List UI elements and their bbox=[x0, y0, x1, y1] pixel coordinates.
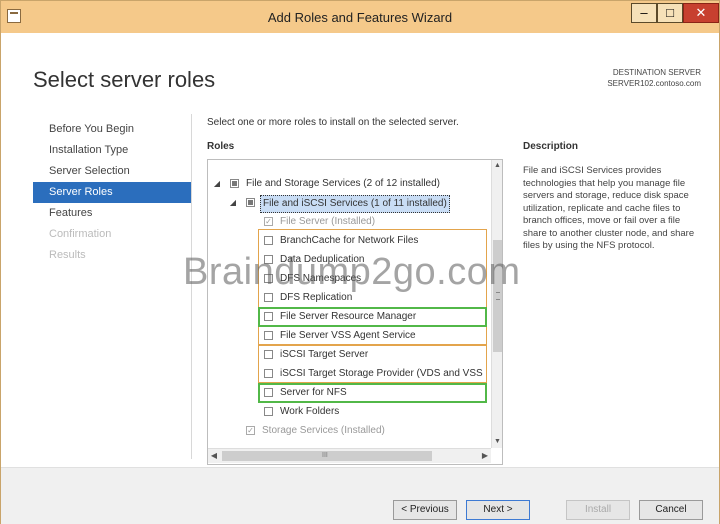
destination-server-info: DESTINATION SERVER SERVER102.contoso.com bbox=[607, 67, 701, 89]
checkbox-file-storage-services[interactable] bbox=[230, 179, 239, 188]
nav-item-installation-type[interactable]: Installation Type bbox=[33, 140, 191, 161]
destination-server: SERVER102.contoso.com bbox=[607, 79, 701, 88]
cancel-button[interactable]: Cancel bbox=[639, 500, 703, 520]
destination-label: DESTINATION SERVER bbox=[612, 68, 701, 77]
scroll-left-icon[interactable]: ◀ bbox=[208, 449, 220, 463]
checkbox-work-folders[interactable] bbox=[264, 407, 273, 416]
minimize-button[interactable]: – bbox=[631, 3, 657, 23]
install-button: Install bbox=[566, 500, 630, 520]
nav-item-confirmation: Confirmation bbox=[49, 228, 112, 240]
hscroll-thumb[interactable]: III bbox=[222, 451, 432, 461]
window-title: Add Roles and Features Wizard bbox=[267, 10, 453, 25]
tree-row-file-iscsi-services[interactable]: ◢ File and iSCSI Services (1 of 11 insta… bbox=[208, 193, 491, 213]
tree-label: Storage Services (Installed) bbox=[262, 425, 385, 436]
expand-arrow-icon[interactable]: ◢ bbox=[228, 193, 238, 213]
maximize-button[interactable]: □ bbox=[657, 3, 683, 23]
next-button[interactable]: Next > bbox=[466, 500, 530, 520]
nav-item-before-you-begin[interactable]: Before You Begin bbox=[33, 119, 191, 140]
green-highlight-fsrm bbox=[258, 307, 487, 327]
orange-highlight-box bbox=[258, 345, 487, 383]
checkbox-file-server: ✓ bbox=[264, 217, 273, 226]
roles-heading: Roles bbox=[207, 141, 235, 152]
checkbox-storage-services: ✓ bbox=[246, 426, 255, 435]
tree-row-file-storage-services[interactable]: ◢ File and Storage Services (2 of 12 ins… bbox=[208, 174, 491, 194]
wizard-nav: Before You Begin Installation Type Serve… bbox=[33, 119, 191, 266]
wizard-header: Select server roles DESTINATION SERVER S… bbox=[1, 33, 719, 109]
expand-arrow-icon[interactable]: ◢ bbox=[212, 174, 222, 194]
tree-row-storage-services: ✓ Storage Services (Installed) bbox=[208, 421, 491, 441]
nav-item-features[interactable]: Features bbox=[33, 203, 191, 224]
nav-item-results: Results bbox=[49, 249, 86, 261]
title-bar: Add Roles and Features Wizard – □ ✕ bbox=[1, 1, 719, 33]
tree-label: File and Storage Services (2 of 12 insta… bbox=[246, 178, 440, 189]
scroll-down-icon[interactable]: ▼ bbox=[492, 436, 502, 448]
nav-item-server-selection[interactable]: Server Selection bbox=[33, 161, 191, 182]
tree-label: Work Folders bbox=[280, 406, 340, 417]
page-title: Select server roles bbox=[33, 67, 216, 92]
grip-icon: III bbox=[322, 452, 328, 459]
instructions-text: Select one or more roles to install on t… bbox=[207, 117, 459, 128]
scroll-up-icon[interactable]: ▲ bbox=[492, 160, 502, 172]
roles-tree[interactable]: ◢ File and Storage Services (2 of 12 ins… bbox=[207, 159, 503, 465]
watermark: Braindump2go.com bbox=[183, 251, 521, 293]
vertical-scrollbar[interactable]: ▲ ▼ bbox=[491, 160, 502, 448]
green-highlight-nfs bbox=[258, 383, 487, 403]
previous-button[interactable]: < Previous bbox=[393, 500, 457, 520]
description-text: File and iSCSI Services provides technol… bbox=[523, 165, 695, 251]
checkbox-file-iscsi-services[interactable] bbox=[246, 198, 255, 207]
scroll-right-icon[interactable]: ▶ bbox=[479, 449, 491, 463]
close-button[interactable]: ✕ bbox=[683, 3, 719, 23]
tree-row-work-folders[interactable]: Work Folders bbox=[208, 402, 491, 422]
wizard-footer: < Previous Next > Install Cancel bbox=[1, 467, 719, 524]
horizontal-scrollbar[interactable]: ◀ III ▶ bbox=[208, 448, 491, 463]
description-heading: Description bbox=[523, 141, 579, 152]
wizard-window: Add Roles and Features Wizard – □ ✕ Sele… bbox=[0, 0, 720, 524]
tree-label-selected: File and iSCSI Services (1 of 11 install… bbox=[260, 195, 450, 213]
nav-item-server-roles[interactable]: Server Roles bbox=[33, 182, 191, 203]
